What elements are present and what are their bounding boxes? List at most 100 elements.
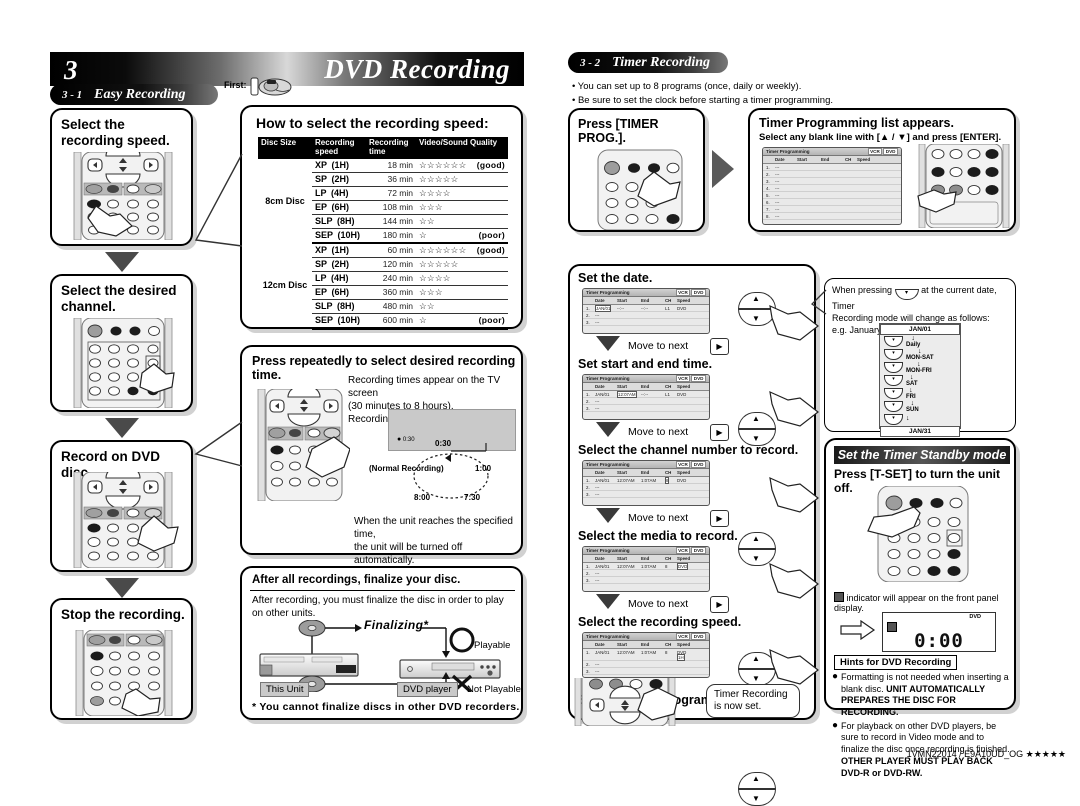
updown-rocker-5[interactable]: ▲ ▼ [738,772,776,806]
down-key-icon: ▾ [884,349,903,360]
flow-arrow-2 [105,418,139,438]
screen-titlebar: Timer Programming VCR DVD [583,289,709,297]
col-end: End [821,157,830,162]
panel-finalize: After all recordings, finalize your disc… [240,566,523,720]
finalizing-label: Finalizing* [364,618,429,632]
list-item[interactable]: 2. --- [583,661,709,668]
list-item[interactable]: 1. JAN/01 --:-- --:-- L1 DVD [583,304,709,312]
step-select-media-title: Select the media to record. [578,529,738,543]
right-key-4[interactable]: ▶ [710,596,729,613]
cell-speed: LP (4H) [312,271,366,286]
list-item[interactable]: 3. --- [583,668,709,675]
date-cycle-list: JAN/01 ▾ ↓ Daily ▾ ↓ MON-SAT ▾ ↓ MON-FRI ▾ ↓ SAT ▾ ↓ F… [879,323,961,437]
date-cycle-item: ▾ ↓ [880,413,960,425]
panel-timer-steps: Set the date. Timer Programming VCR DVD Dat… [568,264,819,806]
col-ch: CH [845,157,852,162]
timer-bullet-1: • You can set up to 8 programs (once, da… [572,81,802,92]
list-item[interactable]: 1. JAN/01 12:07AM 1:07AM 8 DVD 1H [583,649,709,661]
list-item[interactable]: 2. --- [763,171,901,178]
remote-illustration-timerprog [597,149,683,230]
cell-quality: ☆☆☆☆ [416,271,508,286]
list-item[interactable]: 4. --- [763,185,901,192]
cell-time: 72 min [366,186,416,201]
finalize-title: After all recordings, finalize your disc… [252,574,461,586]
front-panel-display: DVD 0:00 [882,612,996,652]
step-box-select-speed: Select the recording speed. [50,108,193,246]
down-key-icon: ▾ [894,289,919,300]
screen-stage-speed: Timer Programming VCR DVD Date Start End CH Spe… [582,632,710,678]
screen-titlebar: Timer Programming VCR DVD [583,375,709,383]
timer-set-confirmation: Timer Recording is now set. [706,684,800,718]
th-disc-size: Disc Size [258,137,312,159]
timer-bullet-1-text: You can set up to 8 programs (once, dail… [577,81,802,92]
date-cycle-end: JAN/31 [880,426,960,437]
down-key-icon: ▾ [884,413,903,425]
cell-time: 480 min [366,299,416,314]
list-item[interactable]: 8. --- [763,213,901,220]
list-item[interactable]: 2. --- [583,570,709,577]
right-key-1[interactable]: ▶ [710,338,729,355]
down-arrow-icon-4: ▼ [752,674,760,683]
list-item[interactable]: 2. --- [583,398,709,405]
hint-bullet-2: ● [832,719,839,731]
cell-time: 180 min [366,228,416,244]
th-recording-time: Recording time [366,137,416,159]
playable-label: Playable [474,640,511,651]
list-item[interactable]: 6. --- [763,199,901,206]
screen-titlebar: Timer Programming VCR DVD [583,461,709,469]
list-item[interactable]: 5. --- [763,192,901,199]
cell-quality: ☆☆☆ [416,285,508,300]
chapter-title: DVD Recording [324,54,510,84]
list-item[interactable]: 3. --- [583,577,709,584]
section-3-1-number: 3 - 1 [62,88,83,101]
cell-time: 36 min [366,172,416,187]
timer-bullet-2: • Be sure to set the clock before starti… [572,94,833,106]
hint-item-1: ● Formatting is not needed when insertin… [832,671,1014,719]
list-item[interactable]: 1. JAN/01 12:07AM --:-- L1 DVD [583,390,709,398]
list-item[interactable]: 1. --- [763,164,901,171]
screen-column-headers: Date Start End CH Speed [583,469,709,477]
right-key-2[interactable]: ▶ [710,424,729,441]
screen-column-headers: Date Start End CH Speed [583,297,709,305]
recording-speed-table-wrap: Disc Size Recording speed Recording time… [258,137,508,330]
this-unit-tag: This Unit [260,682,310,697]
up-arrow-icon-2: ▲ [752,414,760,423]
footer-code: 1VMN22014 / E9A10UD_OG ★★★★★ [906,749,1066,759]
list-item[interactable]: 3. --- [583,491,709,498]
list-item[interactable]: 3. --- [763,178,901,185]
cycle-label-3: 8:00 [414,493,431,502]
list-item[interactable]: 1. JAN/01 12:07AM 1:07AM 8 DVD [583,476,709,484]
remote-illustration-stop [75,630,173,716]
step-box-stop: Stop the recording. [50,598,193,720]
cell-speed: SEP (10H) [312,228,366,244]
list-item[interactable]: 3. --- [583,319,709,326]
table-row: 12cm Disc XP (1H) 60 min ☆☆☆☆☆☆ (good) [258,242,508,290]
screen-media-badges: VCR DVD [867,148,898,155]
confirm-line-1: Timer Recording [714,689,788,700]
rectime-footer-2: the unit will be turned off automaticall… [354,542,463,566]
cell-speed: LP (4H) [312,186,366,201]
right-key-3[interactable]: ▶ [710,510,729,527]
list-item[interactable]: 2. --- [583,484,709,491]
cell-quality: ☆☆ [416,214,508,229]
step-set-date-title: Set the date. [578,271,653,285]
recording-speed-table: Disc Size Recording speed Recording time… [258,137,508,330]
list-item[interactable]: 3. --- [583,405,709,412]
list-item[interactable]: 1. JAN/01 12:07AM 1:07AM 8 DVD [583,562,709,570]
list-item[interactable]: 2. --- [583,312,709,319]
screen-stage-time: Timer Programming VCR DVD Date Start End CH Spe… [582,374,710,420]
cell-quality: ☆☆☆☆ [416,186,508,201]
list-item[interactable]: 7. --- [763,206,901,213]
dvd-player-tag: DVD player [397,682,458,697]
timer-list-title: Timer Programming list appears. [759,116,954,130]
hints-list: ● Formatting is not needed when insertin… [832,671,1014,779]
cell-quality: ☆ (poor) [416,313,508,330]
hand-cursor-5 [769,648,819,685]
up-arrow-icon-4: ▲ [752,654,760,663]
cell-speed: SEP (10H) [312,313,366,330]
move-next-label-3: Move to next [628,512,689,524]
screen-stage-channel: Timer Programming VCR DVD Date Start End CH Spe… [582,460,710,506]
osd-rec-indicator: ● 0:30 [397,436,415,443]
cell-speed: SP (2H) [312,172,366,187]
chapter-number: 3 [64,55,78,85]
